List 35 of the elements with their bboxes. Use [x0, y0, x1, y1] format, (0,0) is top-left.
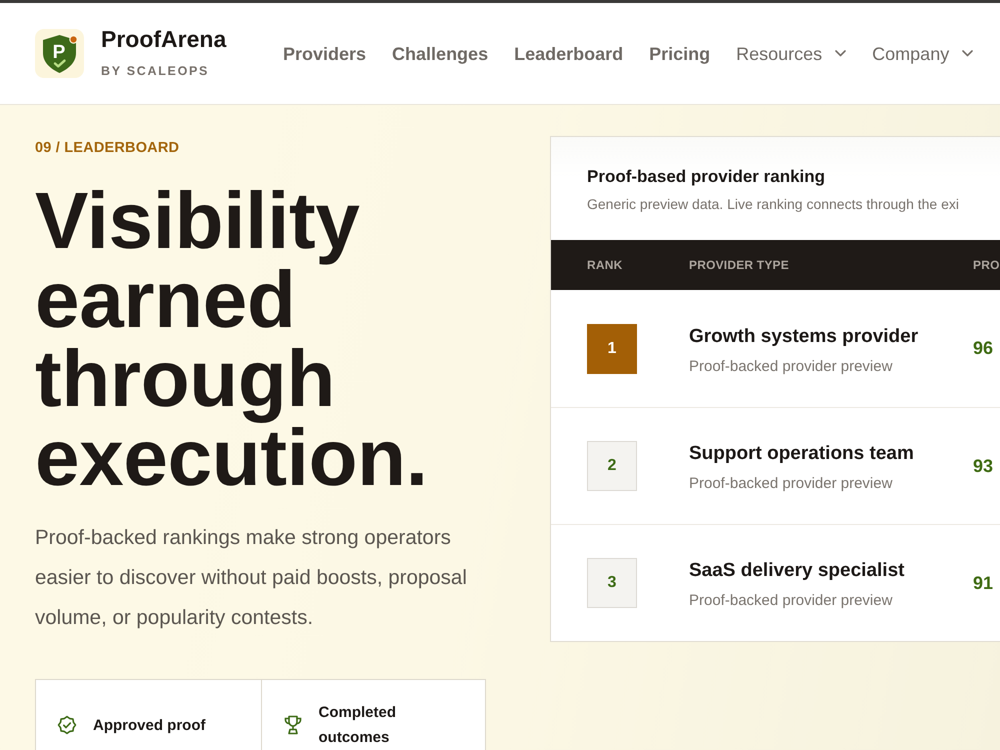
nav-dropdown[interactable]: Company — [872, 42, 974, 66]
provider-description: Proof-backed provider preview — [689, 356, 892, 376]
provider-description: Proof-backed provider preview — [689, 474, 892, 494]
highlight-label: Completed outcomes — [318, 703, 398, 748]
trophy-icon — [282, 715, 302, 735]
highlight-label: Approved proof — [93, 716, 206, 736]
card-subtitle: Generic preview data. Live ranking connects through the exi — [587, 195, 960, 214]
brand-tagline: BY SCALEOPS — [101, 62, 210, 78]
provider-name: Growth systems provider — [689, 324, 918, 348]
column-header: PRO — [973, 258, 1000, 272]
column-header: RANK — [587, 258, 624, 272]
rank-badge: 1 — [587, 324, 637, 374]
rank-badge: 3 — [587, 558, 637, 608]
provider-name: Support operations team — [689, 442, 914, 466]
chevron-down-icon — [835, 50, 846, 57]
column-header: PROVIDER TYPE — [689, 258, 790, 272]
chevron-down-icon — [962, 50, 974, 57]
brand-logo[interactable]: P — [35, 29, 84, 78]
brand-name: ProofArena — [101, 24, 226, 52]
hero-intro: Proof-backed rankings make strong operators easier to discover without paid boosts, proposal volume, or popularity contests. — [35, 525, 468, 631]
provider-description: Proof-backed provider preview — [689, 591, 892, 611]
nav-link[interactable]: Providers — [283, 42, 366, 66]
score-value: 96 — [973, 338, 994, 359]
nav-link[interactable]: Leaderboard — [514, 42, 624, 66]
hero-headline: Visibility earned through execution. — [35, 181, 429, 497]
nav-link[interactable]: Pricing — [649, 42, 710, 66]
card-title: Proof-based provider ranking — [587, 166, 826, 188]
section-eyebrow: 09 / LEADERBOARD — [35, 139, 180, 157]
score-value: 91 — [973, 572, 994, 594]
rank-badge: 2 — [587, 441, 637, 491]
check-badge-icon — [57, 715, 77, 735]
nav-link[interactable]: Challenges — [392, 42, 488, 66]
provider-name: SaaS delivery specialist — [689, 559, 904, 583]
score-value: 93 — [973, 456, 994, 476]
nav-dropdown[interactable]: Resources — [736, 42, 846, 66]
